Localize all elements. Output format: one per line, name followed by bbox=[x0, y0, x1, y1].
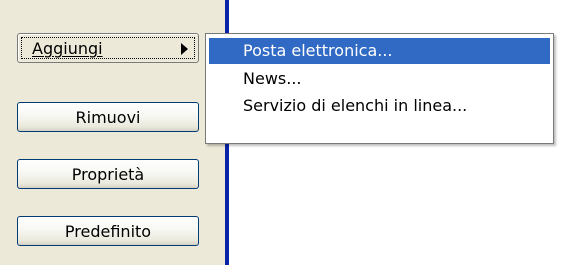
add-submenu: Posta elettronica... News... Servizio di… bbox=[205, 33, 554, 144]
accounts-dialog: Aggiungi Rimuovi Proprietà Predefinito P… bbox=[0, 0, 565, 265]
submenu-arrow-icon bbox=[181, 43, 188, 55]
menu-item-directory-service[interactable]: Servizio di elenchi in linea... bbox=[209, 93, 550, 119]
remove-button[interactable]: Rimuovi bbox=[17, 102, 199, 132]
remove-button-label: Rimuovi bbox=[75, 107, 141, 127]
add-button-label: Aggiungi bbox=[32, 38, 103, 58]
properties-button-label: Proprietà bbox=[71, 164, 145, 184]
set-default-button-label: Predefinito bbox=[64, 221, 152, 241]
menu-item-email[interactable]: Posta elettronica... bbox=[209, 38, 550, 64]
set-default-button[interactable]: Predefinito bbox=[17, 216, 199, 246]
menu-item-news[interactable]: News... bbox=[209, 66, 550, 92]
add-button[interactable]: Aggiungi bbox=[17, 33, 199, 63]
properties-button[interactable]: Proprietà bbox=[17, 159, 199, 189]
button-panel: Aggiungi Rimuovi Proprietà Predefinito bbox=[0, 0, 226, 265]
